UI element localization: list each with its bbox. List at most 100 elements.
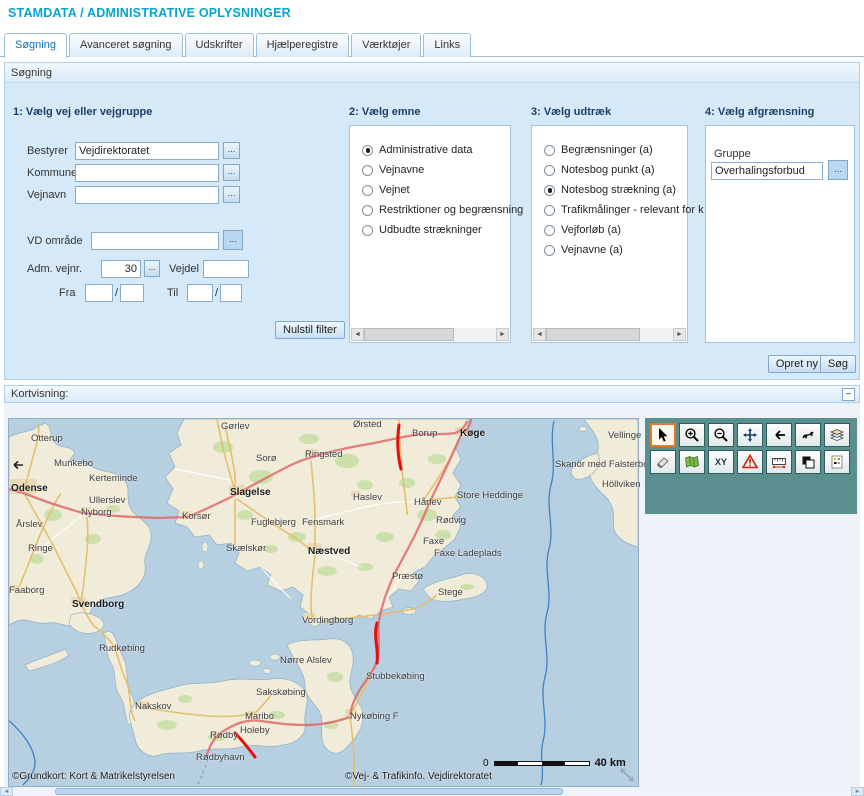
scroll-right-button[interactable]: ► [496, 328, 509, 341]
radio-option[interactable]: Notesbog punkt (a) [544, 164, 687, 176]
radio-icon[interactable] [362, 185, 373, 196]
scroll-left-button[interactable]: ◄ [351, 328, 364, 341]
map[interactable]: OtterupGørlevØrstedBorupKøgeMunkeboSorøR… [8, 418, 639, 787]
til-offset-input[interactable] [220, 284, 242, 302]
panel2-hscrollbar[interactable]: ◄ ► [351, 328, 509, 341]
page-scroll-left-button[interactable]: ◄ [0, 787, 13, 796]
vejnavn-picker-button[interactable]: ... [223, 186, 240, 203]
search-section-header: Søgning [5, 63, 859, 83]
dog-tool-button[interactable] [795, 423, 821, 447]
warning-triangle-icon [742, 454, 758, 470]
scroll-left-button[interactable]: ◄ [533, 328, 546, 341]
vd-omraade-picker-button[interactable]: ... [223, 230, 243, 250]
radio-option[interactable]: Restriktioner og begrænsning [362, 204, 510, 216]
adm-vejnr-label: Adm. vejnr. [27, 263, 82, 275]
gruppe-input[interactable] [711, 162, 823, 180]
kommune-input[interactable] [75, 164, 219, 182]
radio-icon[interactable] [362, 145, 373, 156]
fra-offset-input[interactable] [120, 284, 144, 302]
radio-label: Begrænsninger (a) [561, 144, 653, 156]
map-section-header: Kortvisning: − [4, 385, 860, 403]
zoom-in-button[interactable] [679, 423, 705, 447]
panel1-title: 1: Vælg vej eller vejgruppe [13, 106, 152, 118]
radio-label: Vejnet [379, 184, 410, 196]
pan-button[interactable] [737, 423, 763, 447]
tab-udskrifter[interactable]: Udskrifter [185, 33, 254, 57]
measure-button[interactable] [766, 450, 792, 474]
radio-icon[interactable] [362, 225, 373, 236]
bestyrer-label: Bestyrer [27, 145, 68, 157]
bestyrer-picker-button[interactable]: ... [223, 142, 240, 159]
til-station-input[interactable] [187, 284, 213, 302]
zoom-out-button[interactable] [708, 423, 734, 447]
eraser-button[interactable] [650, 450, 676, 474]
tab-hj-lperegistre[interactable]: Hjælperegistre [256, 33, 350, 57]
radio-option[interactable]: Vejforløb (a) [544, 224, 687, 236]
radio-icon[interactable] [544, 205, 555, 216]
map-sheet-button[interactable] [679, 450, 705, 474]
app-window: { "page": { "title": "STAMDATA / ADMINIS… [0, 0, 864, 796]
scroll-track[interactable] [364, 328, 496, 341]
scroll-thumb[interactable] [364, 328, 454, 341]
page-hscrollbar[interactable]: ◄ ► [0, 787, 864, 796]
reset-filter-button[interactable]: Nulstil filter [275, 321, 345, 339]
overlay-button[interactable] [795, 450, 821, 474]
adm-vejnr-input[interactable] [101, 260, 141, 278]
search-button[interactable]: Søg [820, 355, 856, 373]
panel2-box: Administrative data Vejnavne Vejnet Restrik… [349, 125, 511, 343]
page-scroll-thumb[interactable] [55, 788, 563, 795]
radio-option[interactable]: Vejnavne (a) [544, 244, 687, 256]
radio-icon[interactable] [544, 145, 555, 156]
collapse-button[interactable]: − [842, 388, 855, 401]
scroll-track[interactable] [546, 328, 673, 341]
vejdel-input[interactable] [203, 260, 249, 278]
warning-button[interactable] [737, 450, 763, 474]
radio-option[interactable]: Trafikmålinger - relevant for k [544, 204, 687, 216]
tab-s-gning[interactable]: Søgning [4, 33, 67, 58]
tab-links[interactable]: Links [423, 33, 471, 57]
radio-label: Administrative data [379, 144, 473, 156]
vejnavn-input[interactable] [75, 186, 219, 204]
tab-avanceret-s-gning[interactable]: Avanceret søgning [69, 33, 183, 57]
radio-icon[interactable] [544, 245, 555, 256]
vd-omraade-label: VD område [27, 235, 83, 247]
fra-station-input[interactable] [85, 284, 113, 302]
radio-option[interactable]: Vejnet [362, 184, 510, 196]
radio-icon[interactable] [362, 165, 373, 176]
layers-button[interactable] [824, 423, 850, 447]
radio-icon[interactable] [544, 225, 555, 236]
vd-omraade-input[interactable] [91, 232, 219, 250]
adm-vejnr-picker-button[interactable]: ... [144, 260, 160, 277]
create-new-button[interactable]: Opret ny [768, 355, 826, 373]
emne-radio-group: Administrative data Vejnavne Vejnet Restrik… [350, 126, 510, 236]
page-scroll-right-button[interactable]: ► [851, 787, 864, 796]
panel3-hscrollbar[interactable]: ◄ ► [533, 328, 686, 341]
scalebar-bar [494, 761, 590, 766]
bestyrer-input[interactable] [75, 142, 219, 160]
kommune-picker-button[interactable]: ... [223, 164, 240, 181]
radio-icon[interactable] [544, 185, 555, 196]
scroll-right-button[interactable]: ► [673, 328, 686, 341]
panel4-box: Gruppe ... [705, 125, 855, 343]
vejnavn-label: Vejnavn [27, 189, 66, 201]
panel2-title: 2: Vælg emne [349, 106, 421, 118]
tab-v-rkt-jer[interactable]: Værktøjer [351, 33, 421, 57]
previous-extent-button[interactable] [766, 423, 792, 447]
radio-option[interactable]: Udbudte strækninger [362, 224, 510, 236]
legend-button[interactable] [824, 450, 850, 474]
map-graphic [9, 419, 638, 786]
xy-coordinates-button[interactable]: XY [708, 450, 734, 474]
select-arrow-button[interactable] [650, 423, 676, 447]
radio-icon[interactable] [544, 165, 555, 176]
radio-icon[interactable] [362, 205, 373, 216]
radio-option[interactable]: Begrænsninger (a) [544, 144, 687, 156]
radio-label: Vejnavne [379, 164, 424, 176]
back-arrow-icon [771, 427, 787, 443]
measure-ruler-icon [771, 454, 787, 470]
scroll-thumb[interactable] [546, 328, 640, 341]
panel3-box: Begrænsninger (a) Notesbog punkt (a) Notes… [531, 125, 688, 343]
gruppe-picker-button[interactable]: ... [828, 160, 848, 180]
radio-option[interactable]: Notesbog strækning (a) [544, 184, 687, 196]
radio-option[interactable]: Administrative data [362, 144, 510, 156]
radio-option[interactable]: Vejnavne [362, 164, 510, 176]
